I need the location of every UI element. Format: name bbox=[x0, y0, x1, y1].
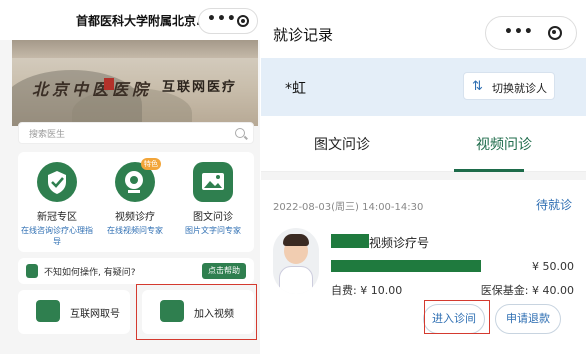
page-title: 就诊记录 bbox=[273, 26, 334, 44]
service-image-chat-title: 图文问诊 bbox=[193, 212, 233, 223]
visit-records-screen: 就诊记录 ••• *虹 ⇅ 切换就诊人 图文问诊 视频问诊 2022-08-03… bbox=[261, 0, 586, 354]
service-covid[interactable]: 新冠专区 在线咨询诊疗心理指导 bbox=[18, 158, 96, 247]
more-dots-icon[interactable]: ••• bbox=[207, 11, 237, 27]
featured-badge: 特色 bbox=[141, 158, 161, 170]
highlight-enter-consult bbox=[424, 300, 490, 334]
video-consult-icon: 特色 bbox=[115, 158, 161, 202]
help-bar: 不知如何操作, 有疑问? 点击帮助 bbox=[18, 258, 254, 284]
close-target-icon[interactable] bbox=[237, 15, 249, 27]
service-video-title: 视频诊疗 bbox=[115, 212, 155, 223]
patient-bar: *虹 ⇅ 切换就诊人 bbox=[261, 58, 586, 116]
service-covid-subtitle: 在线咨询诊疗心理指导 bbox=[21, 226, 93, 246]
redacted-department bbox=[331, 260, 481, 272]
hospital-banner: 北京中医医院 互联网医疗 bbox=[12, 40, 258, 126]
more-dots-icon[interactable]: ••• bbox=[504, 24, 534, 40]
consult-tabs: 图文问诊 视频问诊 bbox=[261, 116, 586, 172]
avatar-hair bbox=[283, 234, 309, 246]
banner-calligraphy: 北京中医医院 bbox=[32, 80, 153, 99]
service-video[interactable]: 特色 视频诊疗 在线视频问专家 bbox=[96, 158, 174, 236]
highlight-join-video bbox=[136, 284, 257, 340]
service-image-chat[interactable]: 图文问诊 图片文字问专家 bbox=[174, 158, 252, 236]
request-refund-button[interactable]: 申请退款 bbox=[495, 304, 561, 334]
close-target-icon[interactable] bbox=[548, 26, 562, 40]
mini-program-capsule[interactable]: ••• bbox=[198, 8, 258, 34]
home-screen: 首都医科大学附属北京... ••• 北京中医医院 互联网医疗 搜索医生 新冠专区… bbox=[0, 0, 260, 354]
tab-video[interactable]: 视频问诊 bbox=[423, 134, 585, 154]
status-badge: 待就诊 bbox=[535, 198, 572, 212]
help-text: 不知如何操作, 有疑问? bbox=[44, 268, 136, 278]
shield-check-icon bbox=[37, 162, 77, 202]
redacted-doctor-name bbox=[331, 234, 369, 248]
avatar-body bbox=[279, 266, 313, 294]
doctor-avatar bbox=[273, 228, 319, 294]
search-doctor-input[interactable]: 搜索医生 bbox=[18, 122, 254, 144]
self-pay-amount: 自费: ¥ 10.00 bbox=[331, 284, 403, 297]
service-image-chat-subtitle: 图片文字问专家 bbox=[185, 226, 241, 235]
mini-program-capsule[interactable]: ••• bbox=[485, 16, 577, 50]
banner-roof bbox=[12, 40, 258, 58]
switch-patient-button[interactable]: ⇅ 切换就诊人 bbox=[463, 72, 555, 100]
help-person-icon bbox=[26, 264, 38, 278]
tile-online-ticket[interactable]: 互联网取号 bbox=[18, 290, 130, 334]
service-video-subtitle: 在线视频问专家 bbox=[107, 226, 163, 235]
help-button[interactable]: 点击帮助 bbox=[202, 263, 246, 279]
banner-brand: 互联网医疗 bbox=[162, 80, 238, 95]
tab-image-text[interactable]: 图文问诊 bbox=[261, 134, 423, 154]
switch-arrows-icon: ⇅ bbox=[472, 79, 483, 94]
home-nav-bar: 首都医科大学附属北京... ••• bbox=[0, 0, 260, 40]
hospital-title: 首都医科大学附属北京... bbox=[76, 14, 210, 28]
services-panel: 新冠专区 在线咨询诊疗心理指导 特色 视频诊疗 在线视频问专家 图文问诊 图片文… bbox=[18, 152, 254, 252]
search-placeholder: 搜索医生 bbox=[29, 130, 66, 140]
records-nav-bar: 就诊记录 ••• bbox=[261, 0, 586, 58]
service-covid-title: 新冠专区 bbox=[37, 212, 77, 223]
tile-online-ticket-label: 互联网取号 bbox=[70, 309, 120, 320]
total-price: ¥ 50.00 bbox=[532, 260, 574, 273]
patient-name: *虹 bbox=[285, 81, 306, 97]
insurance-amount: 医保基金: ¥ 40.00 bbox=[480, 284, 574, 297]
switch-patient-label: 切换就诊人 bbox=[492, 82, 547, 95]
appointment-datetime: 2022-08-03(周三) 14:00-14:30 bbox=[273, 202, 424, 213]
appointment-type: 视频诊疗号 bbox=[369, 236, 430, 250]
ticket-icon bbox=[36, 300, 60, 322]
search-icon[interactable] bbox=[235, 128, 245, 138]
section-divider bbox=[261, 172, 586, 180]
image-chat-icon bbox=[193, 162, 233, 202]
banner-seal bbox=[104, 78, 114, 90]
